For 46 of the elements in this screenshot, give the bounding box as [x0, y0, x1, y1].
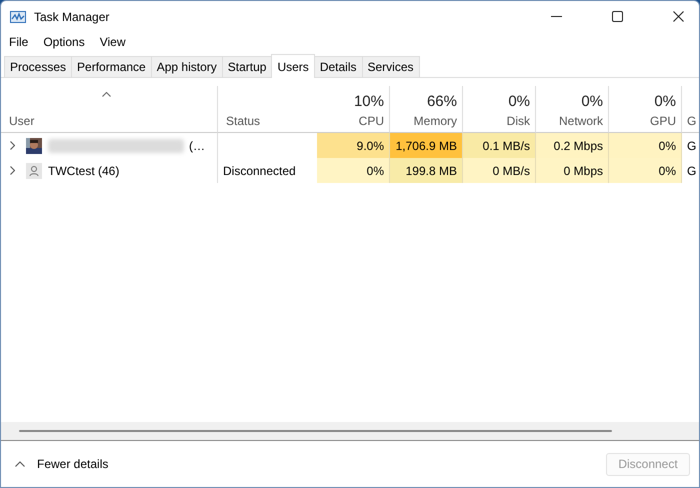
- scrollbar-thumb[interactable]: [19, 430, 612, 432]
- table-cell: 0%: [609, 133, 682, 158]
- menu-item[interactable]: Options: [43, 34, 85, 48]
- column-total: 66%: [426, 93, 457, 112]
- table-cell: 1,706.9 MB: [390, 133, 463, 158]
- tab[interactable]: Processes: [4, 56, 72, 77]
- person-icon: [26, 162, 42, 178]
- user-name: TWCtest (46): [48, 164, 120, 178]
- maximize-icon[interactable]: [612, 11, 623, 22]
- chevron-right-icon[interactable]: [10, 141, 15, 150]
- tab[interactable]: Users: [271, 54, 315, 78]
- chevron-right-icon[interactable]: [10, 166, 15, 175]
- status-text: Disconnected: [223, 164, 296, 178]
- column-header[interactable]: Memory: [414, 114, 457, 128]
- menu-item[interactable]: File: [9, 34, 28, 48]
- close-icon[interactable]: [673, 11, 684, 22]
- app-icon: [10, 10, 26, 22]
- table-cell: 0.1 MB/s: [463, 133, 536, 158]
- chevron-up-icon: [15, 461, 25, 467]
- column-header[interactable]: G: [687, 114, 699, 128]
- column-total: 10%: [354, 93, 384, 112]
- column-total: 0%: [581, 93, 603, 112]
- table-cell: 0.2 Mbps: [536, 133, 609, 158]
- table-cell: 0 MB/s: [463, 158, 536, 183]
- table-cell: 0 Mbps: [536, 158, 609, 183]
- column-header[interactable]: Network: [558, 114, 603, 128]
- tab[interactable]: Startup: [222, 56, 272, 77]
- tab[interactable]: Performance: [71, 56, 152, 77]
- user-name: (…: [189, 138, 205, 152]
- tab[interactable]: App history: [150, 56, 223, 77]
- column-header[interactable]: Status: [226, 114, 312, 128]
- column-header[interactable]: User: [9, 114, 212, 128]
- table-cell: 0%: [609, 158, 682, 183]
- column-total: 0%: [654, 93, 676, 112]
- column-header[interactable]: Disk: [506, 114, 530, 128]
- menu-item[interactable]: View: [100, 34, 126, 48]
- table-cell: 0%: [317, 158, 390, 183]
- table-cell: 9.0%: [317, 133, 390, 158]
- window-title: Task Manager: [34, 10, 110, 24]
- fewer-details-toggle[interactable]: Fewer details: [15, 457, 108, 471]
- tab[interactable]: Services: [362, 56, 420, 77]
- tab[interactable]: Details: [314, 56, 362, 77]
- table-cell: 199.8 MB: [390, 158, 463, 183]
- column-header[interactable]: CPU: [358, 114, 384, 128]
- column-header[interactable]: GPU: [650, 114, 676, 128]
- column-total: 0%: [508, 93, 530, 112]
